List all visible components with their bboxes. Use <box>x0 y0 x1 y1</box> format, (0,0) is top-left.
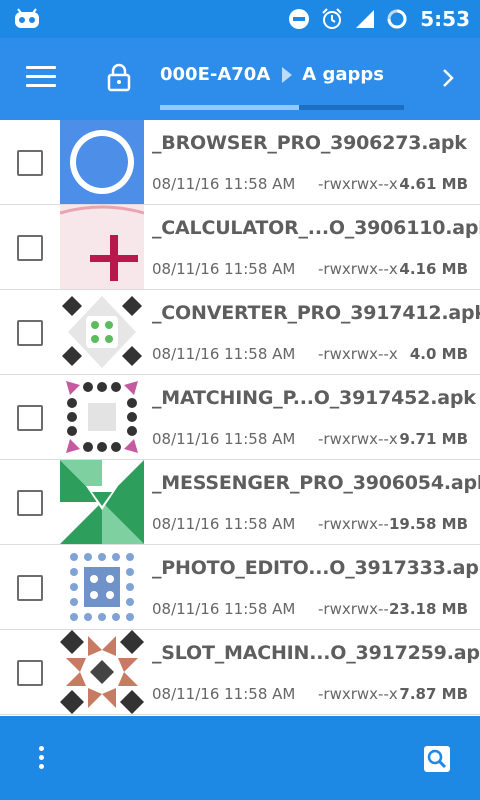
breadcrumb-scroll-fill <box>160 105 300 110</box>
status-time: 5:53 <box>420 7 470 31</box>
file-date: 08/11/16 11:58 AM <box>152 260 296 278</box>
file-name: _BROWSER_PRO_3906273.apk <box>152 132 467 154</box>
chevron-right-icon[interactable] <box>440 66 456 90</box>
file-name: _PHOTO_EDITO...O_3917333.apk <box>152 557 480 579</box>
file-row[interactable]: _CALCULATOR_...O_3906110.apk 08/11/16 11:… <box>0 205 480 290</box>
do-not-disturb-icon <box>289 9 310 29</box>
file-permissions: -rwxrwx--x <box>318 345 398 363</box>
toolbar: 000E-A70A A gapps <box>0 38 480 120</box>
photo-editor-app-icon <box>60 545 144 629</box>
file-permissions: -rwxrwx--x <box>318 430 398 448</box>
file-permissions: -rwxrwx--x <box>318 260 398 278</box>
search-icon[interactable] <box>424 746 450 772</box>
file-name: _SLOT_MACHIN...O_3917259.apk <box>152 642 480 664</box>
android-debug-icon <box>15 8 39 28</box>
file-select-checkbox[interactable] <box>17 490 43 516</box>
signal-icon <box>356 10 375 28</box>
file-size: 23.18 MB <box>387 600 468 618</box>
more-vert-icon[interactable] <box>34 746 48 772</box>
file-row[interactable]: _CONVERTER_PRO_3917412.apk 08/11/16 11:58… <box>0 290 480 375</box>
file-row[interactable]: _MATCHING_P...O_3917452.apk 08/11/16 11:5… <box>0 375 480 460</box>
status-bar: 5:53 <box>0 0 480 38</box>
file-date: 08/11/16 11:58 AM <box>152 430 296 448</box>
bottom-bar <box>0 716 480 800</box>
file-size: 7.87 MB <box>398 685 468 703</box>
breadcrumb-storage[interactable]: 000E-A70A <box>160 64 270 85</box>
file-date: 08/11/16 11:58 AM <box>152 345 296 363</box>
file-select-checkbox[interactable] <box>17 660 43 686</box>
file-row[interactable]: _MESSENGER_PRO_3906054.apk 08/11/16 11:58… <box>0 460 480 545</box>
breadcrumb-scroll-indicator <box>160 105 404 110</box>
converter-app-icon <box>60 290 144 374</box>
messenger-app-icon <box>60 460 144 544</box>
slot-machine-app-icon <box>60 630 144 714</box>
file-date: 08/11/16 11:58 AM <box>152 600 296 618</box>
file-row[interactable]: _BROWSER_PRO_3906273.apk 08/11/16 11:58 A… <box>0 120 480 205</box>
file-size: 4.16 MB <box>398 260 468 278</box>
file-row[interactable]: _SLOT_MACHIN...O_3917259.apk 08/11/16 11:… <box>0 630 480 715</box>
lock-icon[interactable] <box>106 62 132 92</box>
matching-app-icon <box>60 375 144 459</box>
file-select-checkbox[interactable] <box>17 150 43 176</box>
battery-icon <box>387 9 407 29</box>
file-permissions: -rwxrwx--x <box>318 685 398 703</box>
breadcrumb: 000E-A70A A gapps <box>160 64 384 85</box>
calculator-app-icon <box>60 205 144 289</box>
file-permissions: -rwxrwx--x <box>318 600 398 618</box>
file-name: _MATCHING_P...O_3917452.apk <box>152 387 476 409</box>
file-date: 08/11/16 11:58 AM <box>152 685 296 703</box>
file-select-checkbox[interactable] <box>17 405 43 431</box>
file-name: _MESSENGER_PRO_3906054.apk <box>152 472 480 494</box>
file-date: 08/11/16 11:58 AM <box>152 175 296 193</box>
file-date: 08/11/16 11:58 AM <box>152 515 296 533</box>
file-permissions: -rwxrwx--x <box>318 515 398 533</box>
file-permissions: -rwxrwx--x <box>318 175 398 193</box>
breadcrumb-separator-icon <box>282 66 293 83</box>
file-select-checkbox[interactable] <box>17 575 43 601</box>
alarm-icon <box>322 8 342 29</box>
file-list[interactable]: _BROWSER_PRO_3906273.apk 08/11/16 11:58 A… <box>0 120 480 716</box>
hamburger-menu-icon[interactable] <box>26 66 56 90</box>
file-select-checkbox[interactable] <box>17 235 43 261</box>
file-row[interactable]: _PHOTO_EDITO...O_3917333.apk 08/11/16 11:… <box>0 545 480 630</box>
file-name: _CONVERTER_PRO_3917412.apk <box>152 302 480 324</box>
file-size: 4.0 MB <box>408 345 468 363</box>
file-name: _CALCULATOR_...O_3906110.apk <box>152 217 480 239</box>
file-size: 19.58 MB <box>387 515 468 533</box>
breadcrumb-folder[interactable]: A gapps <box>302 64 384 85</box>
file-size: 9.71 MB <box>398 430 468 448</box>
browser-app-icon <box>60 120 144 204</box>
file-select-checkbox[interactable] <box>17 320 43 346</box>
file-size: 4.61 MB <box>398 175 468 193</box>
